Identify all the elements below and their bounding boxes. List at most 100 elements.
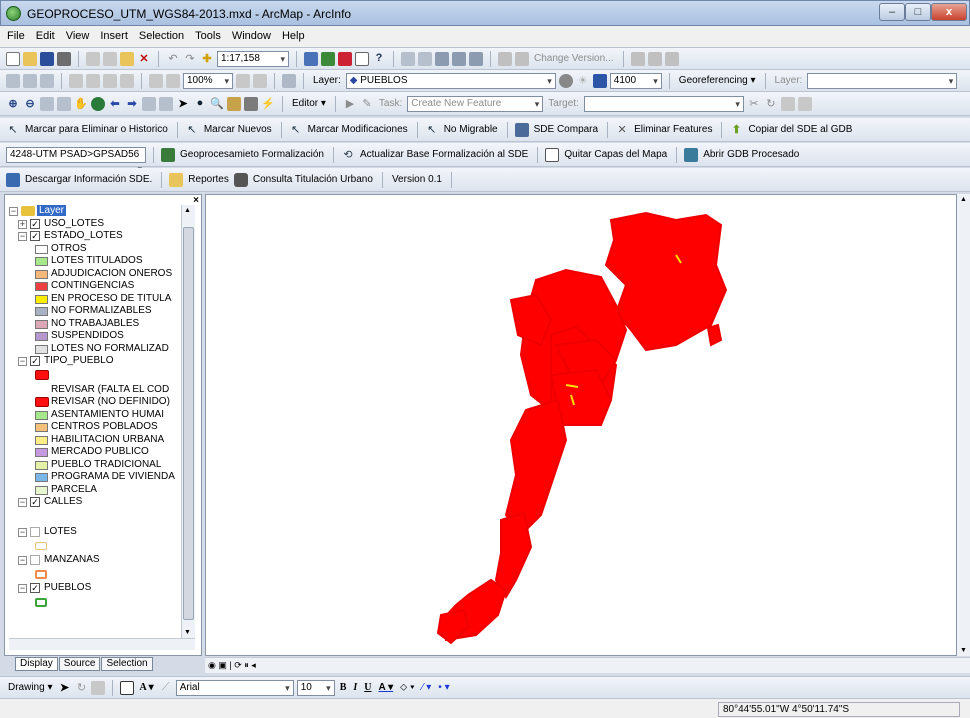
toc-manzanas-row[interactable]: − MANZANAS [9,554,181,568]
paste-icon[interactable] [120,51,134,66]
legend-swatch[interactable] [35,344,48,354]
tool5-icon[interactable] [469,51,483,66]
back-extent-icon[interactable]: ⬅ [108,97,122,111]
edit-tool-icon[interactable]: ▶ [343,97,357,111]
reportes-button[interactable]: Reportes [186,174,231,185]
sketch-properties-icon[interactable] [797,96,812,111]
quitar-capas-button[interactable]: Quitar Capas del Mapa [562,149,669,160]
search-window-icon[interactable] [355,51,369,66]
tool6-icon[interactable] [498,51,512,66]
visibility-checkbox[interactable]: ✓ [30,356,40,366]
map-scale-dropdown[interactable]: 1:17,158 [217,50,289,67]
legend-swatch[interactable] [35,257,48,266]
cut-icon[interactable] [86,51,100,66]
legend-swatch[interactable] [35,485,48,495]
map-horizontal-scrollbar[interactable]: ◉ ▣ | ⟳ ⏸ ◂ [205,657,970,673]
marcar-eliminar-button[interactable]: Marcar para Eliminar o Historico [23,124,170,135]
legend-swatch[interactable] [35,423,48,432]
tool3-icon[interactable] [435,51,449,66]
zoom-to-selected-icon[interactable] [91,680,106,695]
actualizar-base-button[interactable]: Actualizar Base Formalización al SDE [358,149,530,160]
font-dropdown[interactable]: Arial [175,679,294,696]
italic-icon[interactable]: I [351,682,359,693]
clear-selection-icon[interactable] [159,96,173,111]
layout-tool9-icon[interactable] [282,73,296,88]
target-dropdown[interactable] [583,95,744,112]
bold-icon[interactable]: B [338,682,349,693]
menu-view[interactable]: View [59,26,94,42]
layout-tool1-icon[interactable] [69,73,83,88]
collapse-icon[interactable]: − [18,528,27,537]
map-vertical-scrollbar[interactable]: ▲ ▼ [957,194,970,656]
tool1-icon[interactable] [401,51,415,66]
editor-toolbar-icon[interactable] [304,51,318,66]
forward-extent-icon[interactable]: ➡ [125,97,139,111]
menu-insert[interactable]: Insert [93,26,132,42]
legend-swatch[interactable] [35,319,48,329]
rotate-tool-icon[interactable]: ↻ [764,97,778,111]
copy-icon[interactable] [103,51,117,66]
text-icon[interactable]: A ▾ [137,682,155,693]
font-size-dropdown[interactable]: 10 [296,679,335,696]
descargar-sde-button[interactable]: Descargar Información SDE. [23,174,154,185]
toc-vertical-scrollbar[interactable]: ▲ ▼ [181,205,195,638]
zoom-out-icon[interactable]: ⊖ [23,97,37,111]
delete-icon[interactable]: ✕ [137,52,151,66]
toc-pueblos-row[interactable]: − ✓ PUEBLOS [9,582,181,596]
open-icon[interactable] [23,51,37,66]
menu-window[interactable]: Window [225,26,275,42]
swipe-dropdown[interactable]: 4100 [609,72,662,89]
scroll-down-arrow[interactable]: ▼ [184,629,191,636]
contrast-icon[interactable] [558,73,573,88]
abrir-gdb-button[interactable]: Abrir GDB Procesado [701,149,801,160]
no-migrable-button[interactable]: No Migrable [442,124,500,135]
menu-edit[interactable]: Edit [29,26,59,42]
visibility-checkbox[interactable] [30,555,40,565]
select-features-icon[interactable] [142,96,156,111]
undo-icon[interactable]: ↶ [166,52,180,66]
new-document-icon[interactable] [6,51,20,66]
whats-this-icon[interactable]: ? [372,52,386,66]
visibility-checkbox[interactable]: ✓ [30,231,40,241]
select-elements-icon[interactable]: ➤ [176,97,190,111]
legend-swatch[interactable] [35,473,48,482]
table-of-contents-icon[interactable] [321,51,335,66]
task-dropdown[interactable]: Create New Feature [407,95,544,112]
visibility-checkbox[interactable]: ✓ [30,218,40,229]
tool8-icon[interactable] [630,51,645,66]
collapse-icon[interactable]: − [18,584,27,593]
legend-swatch[interactable] [35,448,48,457]
edit-vertices-icon[interactable]: ⟋ [159,681,173,695]
tab-source[interactable]: Source [58,657,101,671]
sde-compara-button[interactable]: SDE Compara [532,124,600,135]
tab-selection[interactable]: Selection [101,657,153,671]
menu-tools[interactable]: Tools [188,26,225,42]
marker-color-icon[interactable]: • ▾ [436,682,451,693]
layout-zoom-dropdown[interactable]: 100% [183,72,233,89]
transparency-icon[interactable] [592,73,607,88]
layout-tool8-icon[interactable] [253,73,267,88]
attributes-icon[interactable] [780,96,795,111]
fixed-zoom-in-icon[interactable] [40,96,54,111]
maximize-button[interactable]: □ [905,3,931,21]
rectangle-icon[interactable] [120,680,135,695]
collapse-icon[interactable]: − [18,556,27,565]
pan-icon[interactable]: ✋ [74,97,88,111]
layout-tool6-icon[interactable] [166,73,180,88]
tool2-icon[interactable] [418,51,432,66]
geoprocesamiento-button[interactable]: Geoprocesamieto Formalización [178,149,326,160]
editor-menu[interactable]: Editor ▾ [290,98,328,109]
brightness-icon[interactable]: ☀ [576,74,590,88]
save-icon[interactable] [40,51,54,66]
toc-lotes-row[interactable]: − LOTES [9,526,181,540]
identify-icon[interactable]: ● [193,97,207,111]
line-color-icon[interactable]: ⁄ ▾ [420,682,433,693]
map-scroll-down-arrow[interactable]: ▼ [960,647,967,654]
legend-swatch[interactable] [35,435,48,445]
layout-tool4-icon[interactable] [120,73,134,88]
collapse-icon[interactable]: − [9,207,18,216]
layout-pan-icon[interactable] [40,73,54,88]
legend-swatch[interactable] [35,307,48,316]
select-elements-icon[interactable]: ➤ [57,681,71,695]
drawing-menu[interactable]: Drawing ▾ [6,682,54,693]
